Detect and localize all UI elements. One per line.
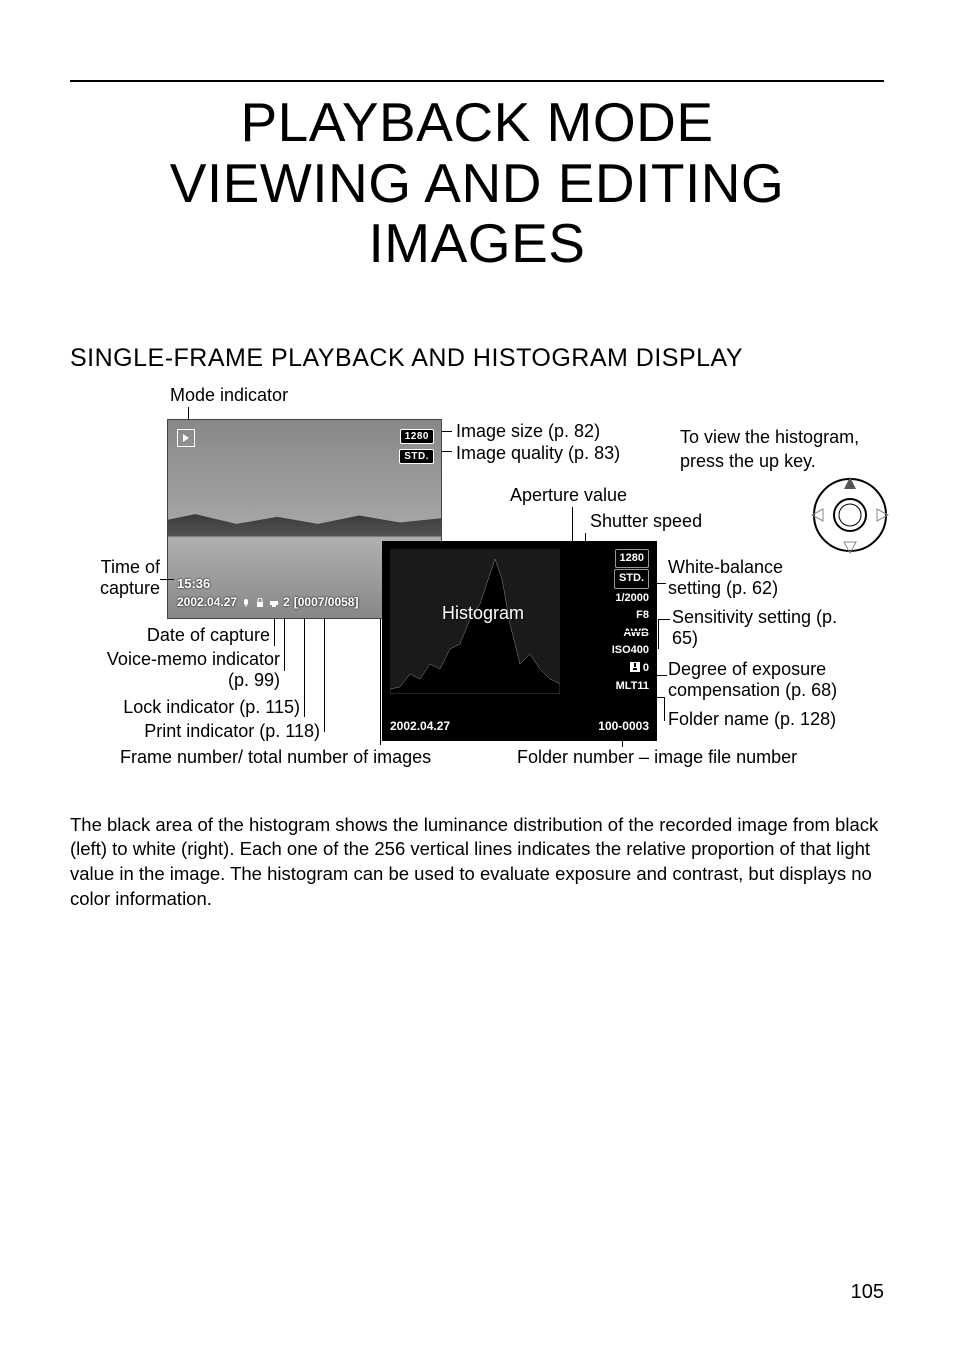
page: PLAYBACK MODE VIEWING AND EDITING IMAGES… (0, 0, 954, 1352)
leader (160, 579, 174, 580)
aperture-label: Aperture value (510, 485, 627, 507)
section-heading: SINGLE-FRAME PLAYBACK AND HISTOGRAM DISP… (70, 344, 884, 373)
leader (640, 697, 664, 698)
leader (442, 451, 452, 452)
histogram-info-column: 1280 STD. 1/2000 F8 AWB ISO400 0 MLT11 (567, 549, 649, 696)
histogram-bottom-row: 2002.04.27 100-0003 (390, 719, 649, 733)
image-quality-badge: STD. (399, 449, 434, 464)
sensitivity-label: Sensitivity setting (p. 65) (672, 607, 842, 650)
playback-mode-icon (177, 429, 195, 447)
leader (658, 619, 670, 620)
aperture-value: F8 (636, 609, 649, 621)
shutter-label: Shutter speed (590, 511, 702, 533)
ev-value: 0 (630, 662, 649, 674)
leader (284, 619, 285, 671)
leader (442, 431, 452, 432)
leader (658, 619, 659, 649)
leader (622, 737, 623, 747)
image-size-label: Image size (p. 82) (456, 421, 600, 443)
top-rule (70, 80, 884, 82)
capture-date: 2002.04.27 (177, 595, 237, 609)
leader (324, 619, 325, 732)
wb-value: AWB (623, 627, 649, 639)
leader (652, 583, 653, 631)
folder-name-value: MLT11 (616, 680, 649, 692)
page-number: 105 (851, 1281, 884, 1304)
mode-indicator-label: Mode indicator (170, 385, 288, 406)
controller-icon (810, 475, 890, 555)
leader (572, 507, 573, 593)
print-indicator-label: Print indicator (p. 118) (100, 721, 320, 743)
leader (652, 583, 666, 584)
histogram-instruction: To view the histogram, press the up key. (680, 425, 890, 474)
white-balance-label: White-balance setting (p. 62) (668, 557, 828, 600)
histogram-screen: Histogram 1280 STD. 1/2000 F8 AWB ISO400… (382, 541, 657, 741)
shutter-value: 1/2000 (615, 592, 649, 604)
frame-count: [0007/0058] (294, 595, 359, 609)
time-of-capture-label: Time of capture (60, 557, 160, 600)
body-paragraph: The black area of the histogram shows th… (70, 813, 884, 913)
hist-date: 2002.04.27 (390, 719, 450, 733)
screen-bottom-row: 2002.04.27 2 [0007/0058] (177, 595, 358, 609)
date-of-capture-label: Date of capture (80, 625, 270, 647)
frame-number-label: Frame number/ total number of images (120, 747, 431, 769)
leader (585, 533, 586, 577)
folder-name-label: Folder name (p. 128) (668, 709, 836, 731)
leader (664, 697, 665, 721)
diagram-area: Mode indicator 1280 STD. 15:36 2002.04.2… (70, 385, 890, 785)
leader (585, 577, 592, 578)
image-quality-label: Image quality (p. 83) (456, 443, 620, 465)
histogram-label: Histogram (442, 603, 524, 624)
voice-memo-icon (241, 597, 251, 607)
image-size-badge: 1280 (400, 429, 434, 444)
capture-time: 15:36 (177, 576, 210, 591)
leader (572, 593, 592, 594)
voice-memo-label: Voice-memo indicator (p. 99) (100, 649, 280, 692)
title-line-2: VIEWING AND EDITING IMAGES (170, 152, 785, 275)
leader (618, 631, 652, 632)
print-count: 2 (283, 595, 290, 609)
leader (380, 619, 381, 745)
title-line-1: PLAYBACK MODE (240, 91, 713, 153)
folder-image-number-label: Folder number – image file number (517, 747, 797, 769)
leader (274, 619, 275, 646)
iso-value: ISO400 (612, 644, 649, 656)
lock-indicator-label: Lock indicator (p. 115) (90, 697, 300, 719)
leader (645, 675, 667, 676)
main-title: PLAYBACK MODE VIEWING AND EDITING IMAGES (70, 92, 884, 274)
mode-indicator-leader (188, 407, 189, 419)
hist-size-badge: 1280 (615, 549, 649, 569)
leader (304, 619, 305, 717)
lock-icon (255, 597, 265, 607)
hist-quality-badge: STD. (614, 569, 649, 589)
exposure-comp-label: Degree of exposure compensation (p. 68) (668, 659, 868, 702)
print-icon (269, 597, 279, 607)
hist-file-no: 100-0003 (598, 719, 649, 733)
